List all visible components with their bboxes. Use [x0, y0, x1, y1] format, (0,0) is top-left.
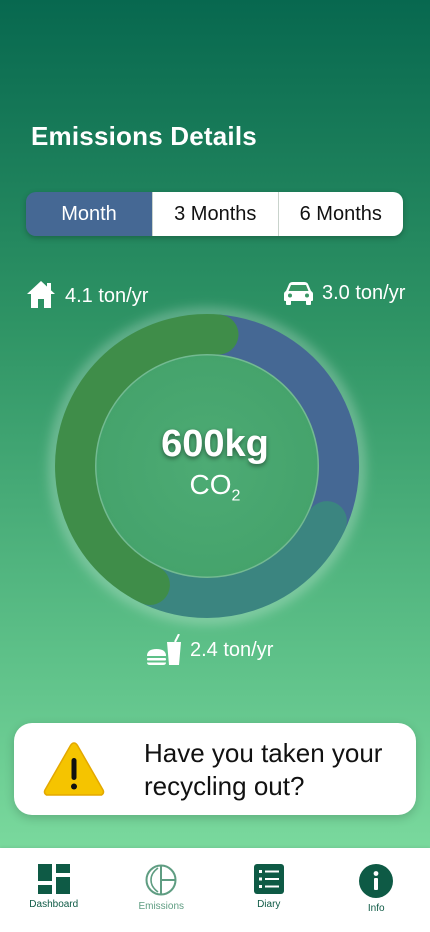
diary-icon	[253, 864, 284, 894]
info-icon	[359, 864, 394, 898]
recycling-reminder-card[interactable]: Have you taken your recycling out?	[14, 723, 416, 815]
emissions-donut-chart	[50, 309, 364, 623]
nav-dashboard[interactable]: Dashboard	[0, 848, 108, 932]
emissions-icon	[145, 864, 177, 896]
dashboard-icon	[37, 864, 70, 894]
food-emissions-value: 2.4 ton/yr	[190, 638, 274, 661]
nav-diary[interactable]: Diary	[215, 848, 323, 932]
food-emissions-stat: 2.4 ton/yr	[146, 634, 273, 666]
warning-icon	[43, 742, 105, 796]
bottom-navigation: Dashboard Emissions Diary Info	[0, 848, 430, 932]
nav-info-label: Info	[367, 903, 385, 914]
nav-dashboard-label: Dashboard	[29, 899, 79, 910]
nav-emissions-label: Emissions	[138, 901, 185, 912]
total-emissions-value: 600kg	[161, 423, 269, 465]
food-drink-icon	[147, 634, 181, 665]
total-emissions-unit: CO2	[189, 469, 241, 505]
nav-diary-label: Diary	[257, 899, 281, 910]
nav-info[interactable]: Info	[323, 848, 430, 932]
nav-emissions[interactable]: Emissions	[108, 848, 216, 932]
recycling-reminder-text: Have you taken your recycling out?	[144, 738, 383, 801]
